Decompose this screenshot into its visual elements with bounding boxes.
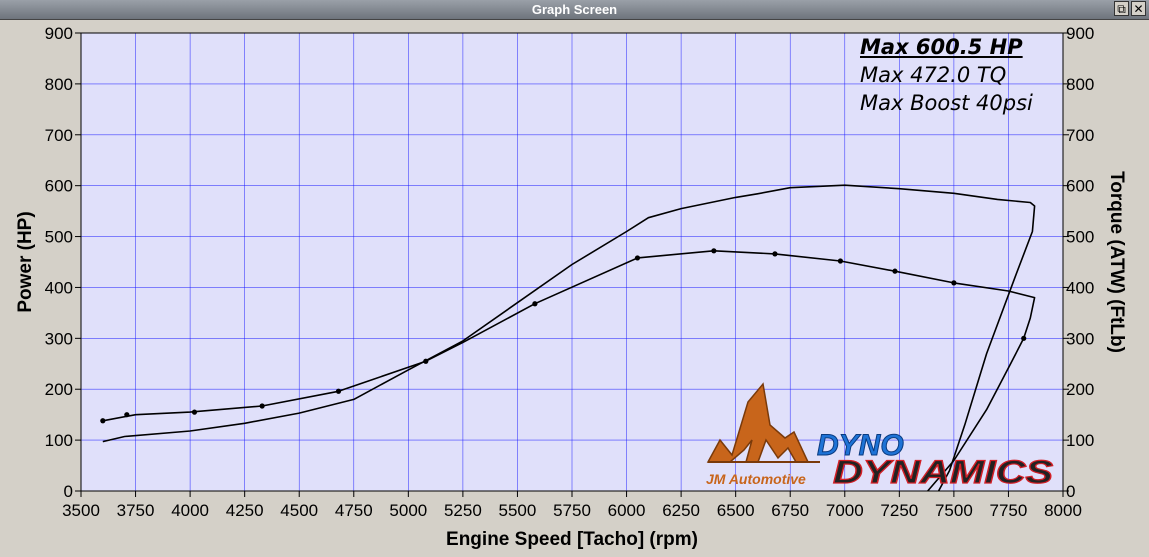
- series-point-2: [711, 248, 717, 254]
- dyno-dynamics-logo: DYNO DYNAMICS: [817, 429, 1055, 491]
- series-point-2: [951, 280, 957, 286]
- y-tick-label-right: 800: [1066, 75, 1094, 94]
- y-tick-label-left: 600: [45, 177, 73, 196]
- jm-mountain-icon: [706, 382, 810, 463]
- x-tick-label: 6750: [771, 501, 809, 520]
- close-button[interactable]: ✕: [1131, 1, 1146, 16]
- y-tick-label-right: 300: [1066, 329, 1094, 348]
- y-tick-label-left: 800: [45, 75, 73, 94]
- series-point-2: [837, 258, 844, 264]
- series-point-2: [634, 255, 641, 261]
- x-tick-label: 6000: [608, 501, 646, 520]
- x-tick-label: 4750: [335, 501, 373, 520]
- x-tick-label: 5500: [499, 501, 537, 520]
- x-tick-label: 5000: [389, 501, 427, 520]
- x-tick-label: 4250: [226, 501, 264, 520]
- jm-automotive-logo: JM Automotive: [706, 382, 820, 487]
- series-point-2: [892, 268, 898, 274]
- x-tick-label: 4000: [171, 501, 209, 520]
- x-tick-label: 3500: [62, 501, 100, 520]
- series-point-2: [423, 358, 429, 364]
- y-tick-label-right: 0: [1066, 482, 1075, 501]
- y-axis-label-right: Torque (ATW) (FtLb): [1106, 171, 1127, 353]
- series-point-2: [100, 418, 106, 424]
- y-axis-label-left: Power (HP): [15, 211, 36, 312]
- x-tick-label: 7750: [990, 501, 1028, 520]
- series-point-2: [772, 251, 778, 257]
- series-point-2: [191, 409, 198, 415]
- series-point-2: [532, 301, 538, 307]
- y-tick-label-left: 0: [64, 482, 73, 501]
- max-tq-annotation: Max 472.0 TQ: [860, 63, 1007, 87]
- series-point-2: [259, 403, 265, 409]
- y-tick-label-right: 400: [1066, 278, 1094, 297]
- x-axis-label: Engine Speed [Tacho] (rpm): [446, 529, 698, 550]
- restore-button[interactable]: ⧉: [1114, 1, 1129, 16]
- x-tick-label: 7000: [826, 501, 864, 520]
- x-tick-label: 4500: [280, 501, 318, 520]
- x-tick-label: 5750: [553, 501, 591, 520]
- x-tick-label: 6500: [717, 501, 755, 520]
- window-titlebar[interactable]: Graph Screen ⧉ ✕: [0, 0, 1149, 20]
- x-tick-label: 5250: [444, 501, 482, 520]
- y-tick-label-right: 100: [1066, 431, 1094, 450]
- y-tick-label-left: 100: [45, 431, 73, 450]
- y-tick-label-left: 700: [45, 126, 73, 145]
- jm-logo-text: JM Automotive: [706, 471, 806, 487]
- y-tick-label-right: 900: [1066, 24, 1094, 43]
- series-point-2: [1021, 335, 1027, 341]
- y-tick-label-right: 600: [1066, 177, 1094, 196]
- x-tick-label: 6250: [662, 501, 700, 520]
- window-title: Graph Screen: [531, 2, 618, 17]
- y-tick-label-right: 200: [1066, 380, 1094, 399]
- max-hp-annotation: Max 600.5 HP: [860, 35, 1023, 59]
- x-tick-label: 8000: [1044, 501, 1082, 520]
- y-tick-label-left: 200: [45, 380, 73, 399]
- series-point-2: [124, 412, 130, 418]
- dynamics-logo-text: DYNAMICS: [833, 454, 1054, 490]
- y-tick-label-left: 400: [45, 278, 73, 297]
- y-tick-label-left: 900: [45, 24, 73, 43]
- y-tick-label-left: 500: [45, 228, 73, 247]
- y-tick-label-right: 700: [1066, 126, 1094, 145]
- y-tick-label-left: 300: [45, 329, 73, 348]
- series-point-2: [335, 388, 342, 394]
- y-tick-label-right: 500: [1066, 228, 1094, 247]
- x-tick-label: 3750: [117, 501, 155, 520]
- max-boost-annotation: Max Boost 40psi: [860, 91, 1033, 115]
- x-tick-label: 7500: [935, 501, 973, 520]
- x-tick-label: 7250: [880, 501, 918, 520]
